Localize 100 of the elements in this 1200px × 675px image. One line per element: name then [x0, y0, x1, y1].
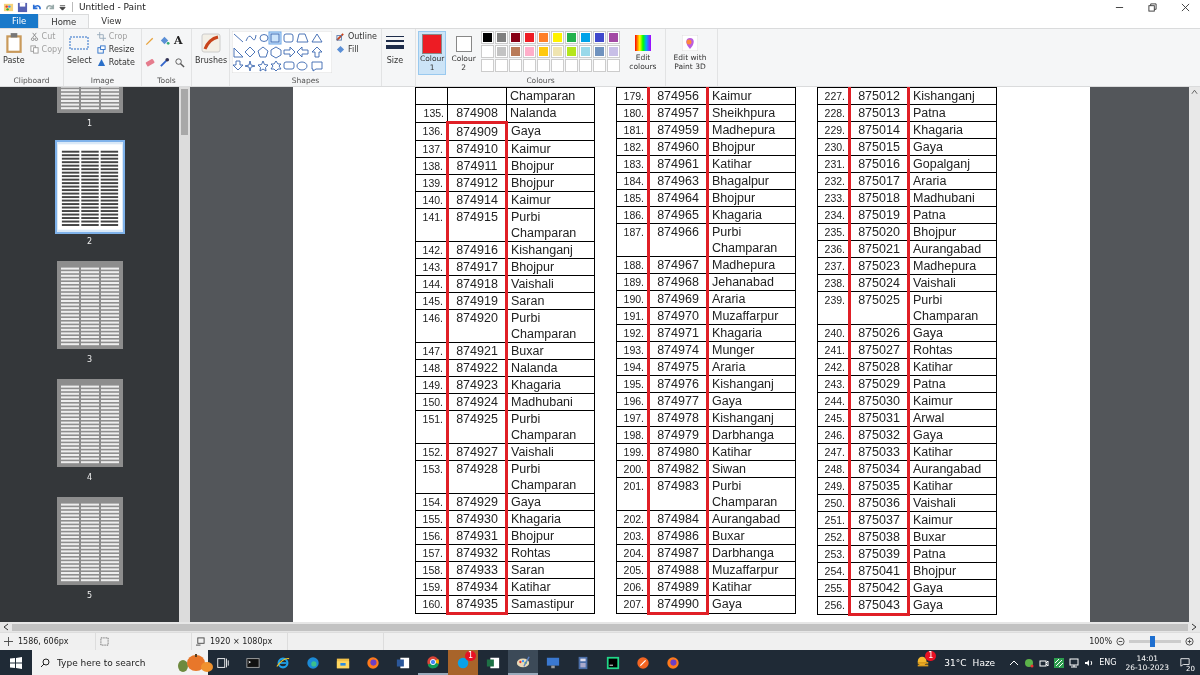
palette-swatch[interactable]	[480, 31, 494, 44]
table-cell: 149.	[415, 376, 448, 394]
table-cell: 228.	[817, 104, 850, 122]
camera-icon[interactable]	[1039, 657, 1050, 668]
table-cell: 200.	[616, 460, 649, 478]
fill-button[interactable]: Fill	[335, 44, 378, 55]
table-cell: 874919	[447, 292, 507, 310]
select-button[interactable]: Select	[66, 31, 93, 66]
scroll-left-icon[interactable]	[3, 623, 9, 631]
paste-button[interactable]: Paste	[2, 31, 26, 66]
table-cell: 875014	[849, 121, 909, 139]
palette-swatch[interactable]	[606, 45, 620, 58]
palette-swatch[interactable]	[592, 45, 606, 58]
palette-swatch[interactable]	[536, 45, 550, 58]
table-cell: 207.	[616, 595, 649, 614]
palette-swatch[interactable]	[592, 31, 606, 44]
search-field[interactable]: Type here to search	[55, 656, 169, 669]
palette-swatch[interactable]	[522, 31, 536, 44]
eraser-icon[interactable]	[144, 57, 155, 68]
table-cell: 186.	[616, 206, 649, 224]
table-cell: 231.	[817, 155, 850, 173]
palette-swatch[interactable]	[508, 31, 522, 44]
table-cell: Bhojpur	[707, 138, 796, 156]
restore-icon[interactable]	[1148, 2, 1157, 12]
table-cell: Purbi Champaran	[506, 410, 595, 444]
table-cell: Gaya	[506, 122, 595, 141]
table-cell: Patna	[908, 545, 997, 563]
palette-swatch[interactable]	[578, 45, 592, 58]
table-cell: 875035	[849, 477, 909, 495]
palette-swatch[interactable]	[536, 31, 550, 44]
page-thumbnail[interactable]	[54, 258, 125, 352]
weather-icon[interactable]	[916, 654, 931, 669]
shield-check-icon[interactable]	[1024, 657, 1035, 668]
weather-condition: Haze	[972, 657, 996, 668]
page-thumbnail[interactable]	[54, 494, 125, 588]
resize-button[interactable]: Resize	[95, 44, 136, 55]
table-cell: Gaya	[908, 596, 997, 615]
page-thumbnail[interactable]	[54, 140, 125, 234]
scrollbar-thumb[interactable]	[12, 623, 1188, 631]
palette-swatch[interactable]	[522, 45, 536, 58]
network-icon[interactable]	[1069, 657, 1080, 668]
table-cell: Khagaria	[506, 376, 595, 394]
language-indicator[interactable]: ENG	[1099, 658, 1117, 667]
close-icon[interactable]	[1181, 2, 1190, 12]
table-cell: Purbi Champaran	[908, 291, 997, 325]
table-cell: 254.	[817, 562, 850, 580]
taskbar-button[interactable]: 1	[448, 650, 478, 675]
table-cell: Purbi Champaran	[707, 477, 796, 511]
palette-swatch[interactable]	[606, 31, 620, 44]
scrollbar-thumb[interactable]	[181, 89, 188, 135]
palette-swatch[interactable]	[480, 45, 494, 58]
zoom-in-icon[interactable]	[1185, 637, 1194, 646]
stripes-icon[interactable]	[1054, 657, 1065, 668]
canvas-size-icon	[196, 637, 205, 646]
ribbon-tab[interactable]: File	[0, 14, 39, 28]
table-cell: Gaya	[506, 493, 595, 511]
table-cell: Samastipur	[506, 595, 595, 614]
table-cell: 250.	[817, 494, 850, 512]
palette-swatch[interactable]	[578, 31, 592, 44]
color-picker-icon[interactable]	[159, 57, 170, 68]
size-button[interactable]: Size	[384, 31, 406, 66]
palette-swatch[interactable]	[508, 45, 522, 58]
shape-gallery[interactable]	[232, 31, 332, 73]
table-cell: 233.	[817, 189, 850, 207]
magnifier-icon[interactable]	[174, 57, 185, 68]
table-cell: 239.	[817, 291, 850, 325]
start-icon[interactable]	[10, 656, 22, 669]
table-cell: 188.	[616, 256, 649, 274]
brushes-button[interactable]: Brushes	[194, 31, 229, 66]
table-cell: 202.	[616, 510, 649, 528]
scroll-up-icon[interactable]	[1191, 89, 1198, 95]
page-thumbnail[interactable]	[54, 376, 125, 470]
palette-swatch[interactable]	[550, 45, 564, 58]
fill-icon[interactable]	[159, 35, 170, 46]
save-icon[interactable]	[17, 1, 28, 13]
table-cell: Rohtas	[908, 341, 997, 359]
table-cell: 874971	[648, 324, 708, 342]
caret-icon[interactable]	[59, 3, 66, 11]
palette-swatch[interactable]	[564, 45, 578, 58]
table-cell: 874929	[447, 493, 507, 511]
table-cell: 874986	[648, 527, 708, 545]
table-cell: 874959	[648, 121, 708, 139]
notification-icon[interactable]	[1180, 656, 1190, 667]
taskbar-button[interactable]	[508, 650, 538, 675]
rotate-button[interactable]: Rotate	[95, 57, 136, 68]
table-cell: Buxar	[506, 342, 595, 360]
palette-swatch[interactable]	[494, 31, 508, 44]
ribbon-tab[interactable]: View	[89, 14, 134, 28]
palette-swatch[interactable]	[550, 31, 564, 44]
table-cell: 206.	[616, 578, 649, 596]
zoom-out-icon[interactable]	[1116, 637, 1125, 646]
table-cell: 875036	[849, 494, 909, 512]
palette-swatch[interactable]	[494, 45, 508, 58]
table-cell: 198.	[616, 426, 649, 444]
scroll-right-icon[interactable]	[1191, 623, 1197, 631]
palette-swatch[interactable]	[564, 31, 578, 44]
ribbon-tab[interactable]: Home	[38, 14, 90, 28]
text-tool[interactable]: A	[174, 35, 183, 46]
table-cell: Purbi Champaran	[506, 309, 595, 343]
outline-button[interactable]: Outline	[335, 31, 378, 42]
